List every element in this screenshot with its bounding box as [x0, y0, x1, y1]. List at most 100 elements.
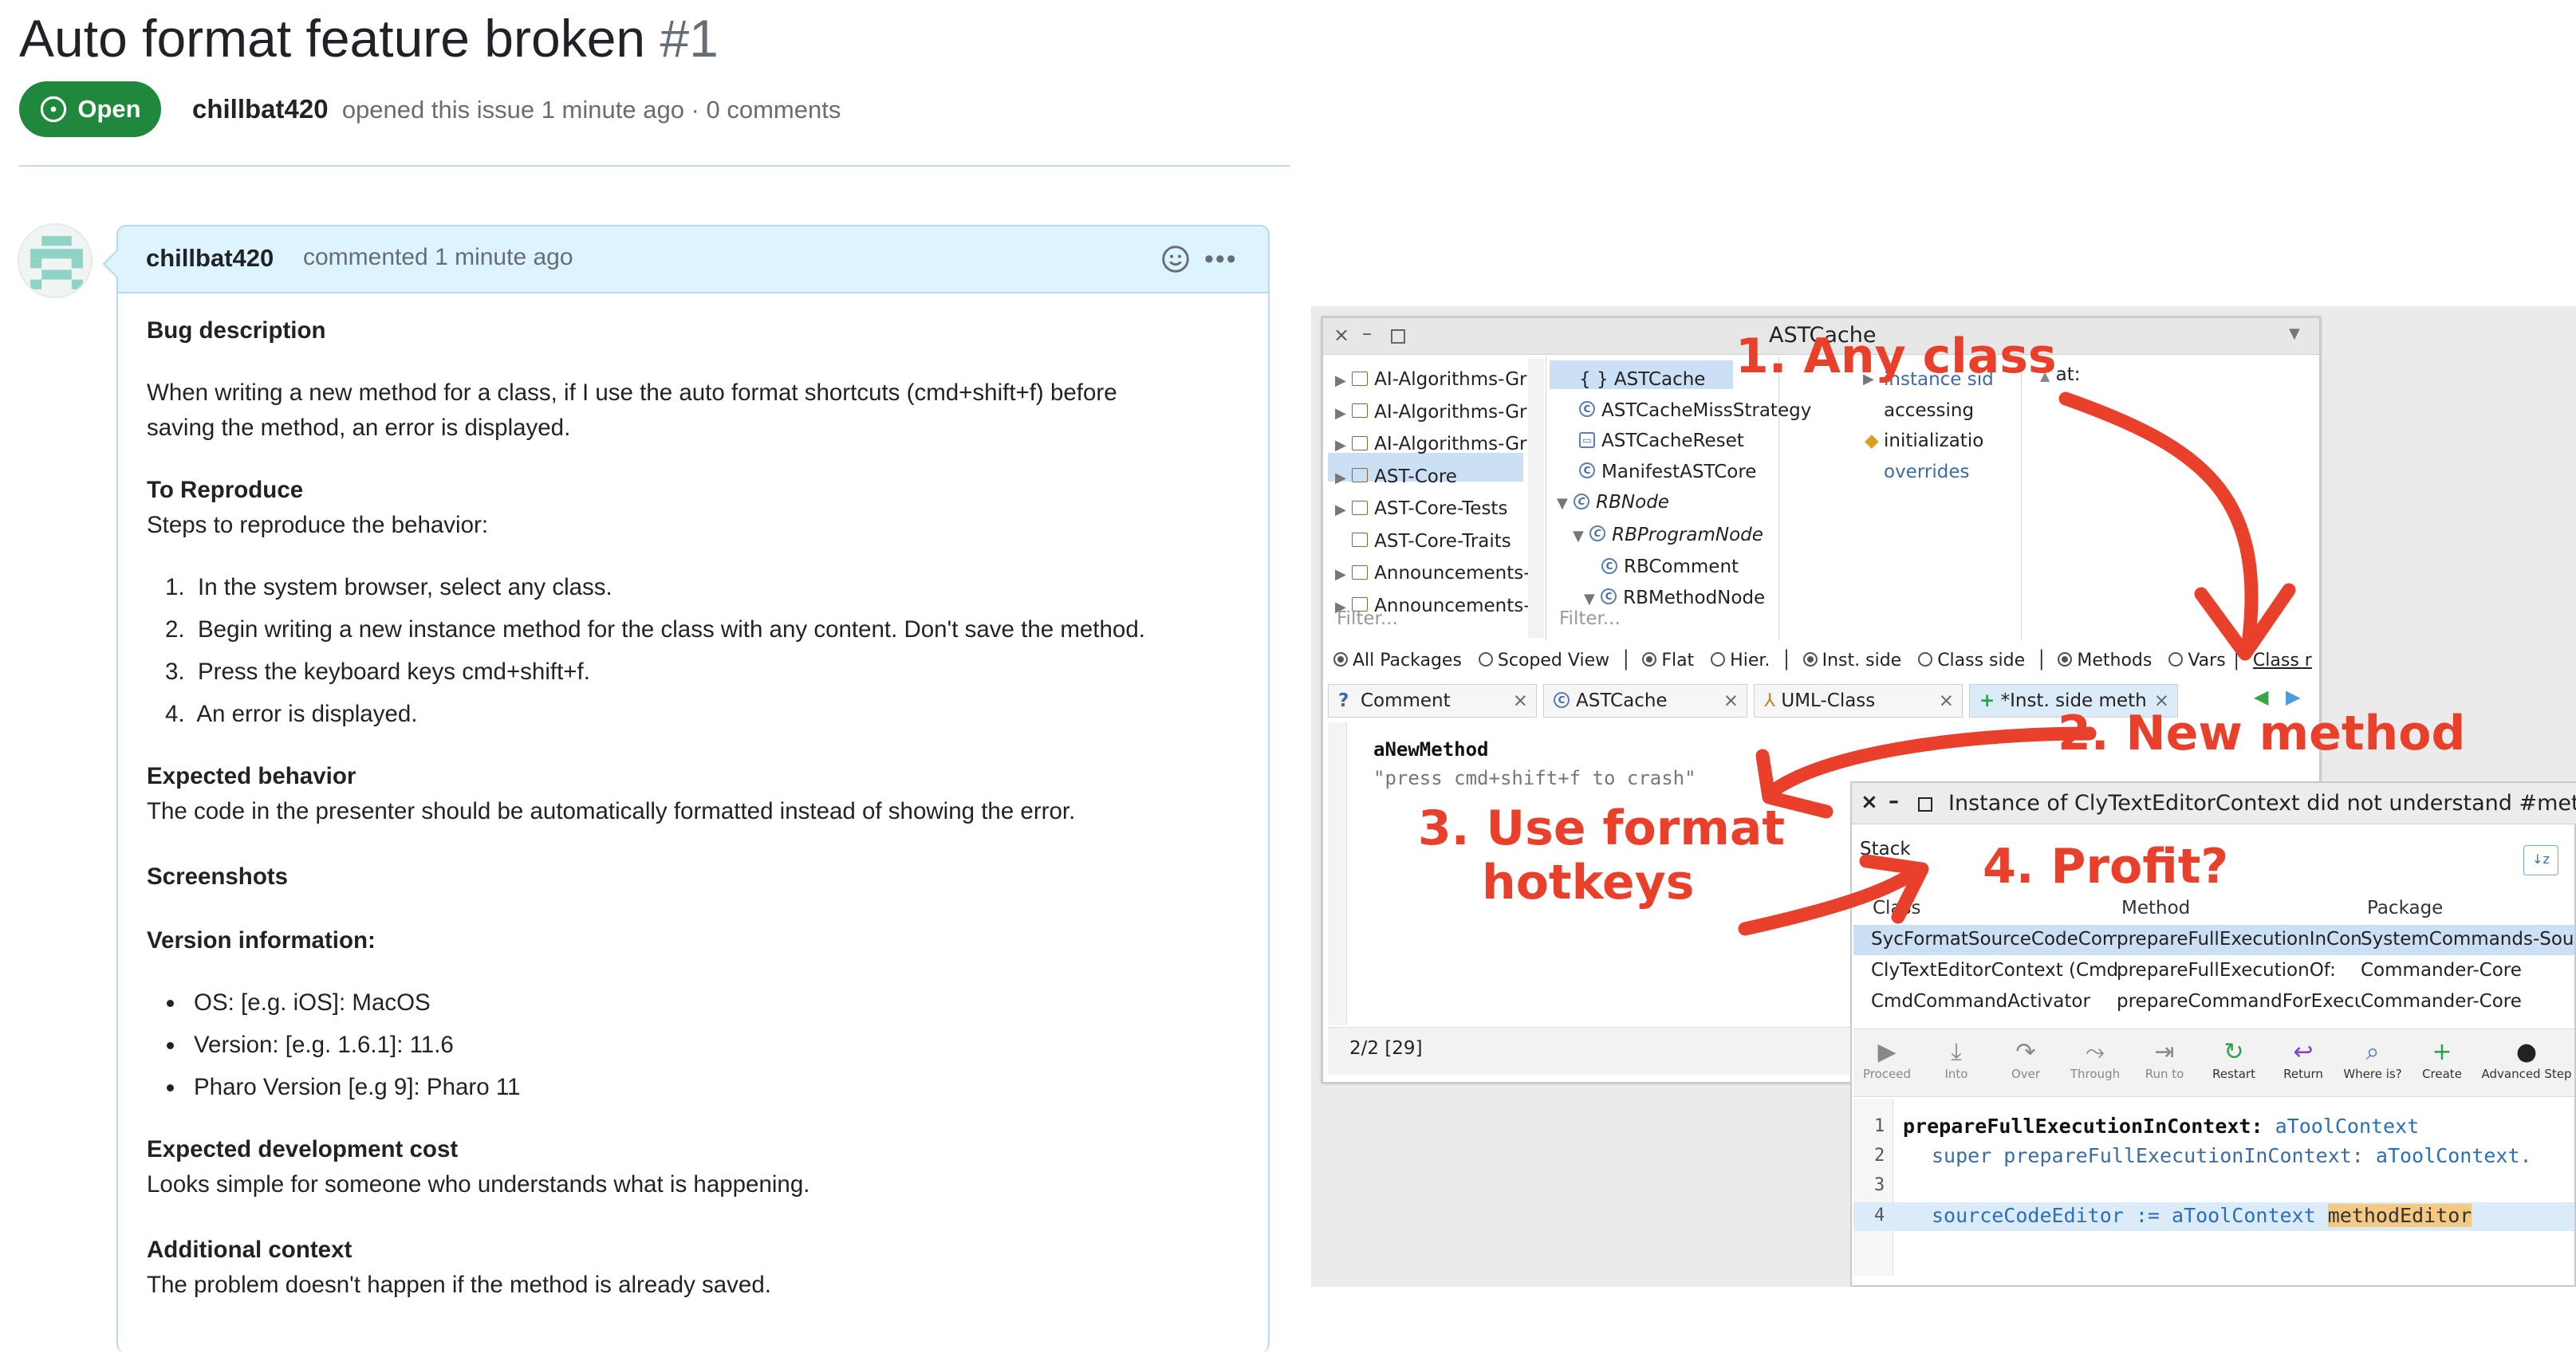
issue-opened-text: opened this issue 1 minute ago · 0 comme…: [341, 96, 841, 124]
toggle-flat[interactable]: Flat: [1642, 651, 1694, 671]
toggle-hier[interactable]: Hier.: [1711, 651, 1770, 671]
annotation-profit: 4. Profit?: [1983, 839, 2229, 895]
toggle-vars[interactable]: Vars: [2168, 651, 2226, 671]
annotation-use-format: 3. Use format: [1418, 800, 1786, 856]
smiley-icon[interactable]: [1161, 245, 1190, 273]
table-row[interactable]: ClyTextEditorContext (CmdTe prepareFullEx…: [1871, 960, 2573, 987]
tab-astcache[interactable]: C ASTCache ×: [1543, 684, 1747, 718]
bug-description-line1: When writing a new method for a class, i…: [147, 380, 1117, 406]
list-item[interactable]: C RBComment: [1557, 552, 1811, 583]
class-filter-input[interactable]: Filter...: [1559, 608, 1621, 629]
sort-icon[interactable]: ↓z: [2523, 845, 2558, 875]
package-list: ▶ AI-Algorithms-Gr ▶ AI-Algorithms-Gr ▶ …: [1335, 364, 1530, 623]
bomb-icon: ●: [2515, 1038, 2538, 1066]
run-to-button[interactable]: ⇥ Run to: [2132, 1038, 2197, 1081]
minimize-icon[interactable]: –: [1889, 789, 1899, 813]
list-item[interactable]: ▭ ASTCacheReset: [1557, 426, 1811, 457]
through-button[interactable]: ⤳ Through: [2062, 1038, 2128, 1081]
toggle-scoped-view[interactable]: Scoped View: [1478, 651, 1609, 671]
list-item[interactable]: C ASTCacheMissStrategy: [1557, 395, 1811, 427]
editor-method-name[interactable]: aNewMethod: [1373, 738, 1489, 761]
list-item[interactable]: ▶ Announcements-: [1335, 558, 1530, 591]
list-item[interactable]: ▼ C RBNode: [1557, 487, 1811, 520]
list-item: OS: [e.g. iOS]: MacOS: [165, 989, 431, 1017]
column-header-class[interactable]: Class: [1873, 898, 1921, 918]
avatar[interactable]: [18, 223, 93, 298]
list-item[interactable]: ▶ AST-Core-Traits: [1335, 526, 1530, 559]
list-item[interactable]: C ManifestASTCore: [1557, 457, 1811, 488]
table-row[interactable]: CmdCommandActivator prepareCommandForExec…: [1871, 991, 2573, 1018]
class-list: { } ASTCache C ASTCacheMissStrategy ▭ ASTC…: [1557, 364, 1811, 615]
list-item[interactable]: overrides: [1884, 457, 1994, 488]
tab-uml-class[interactable]: ⅄ UML-Class ×: [1754, 684, 1963, 718]
proceed-button[interactable]: ▶ Proceed: [1854, 1038, 1920, 1081]
tab-comment[interactable]: ? Comment ×: [1328, 684, 1537, 718]
package-filter-input[interactable]: Filter...: [1337, 608, 1398, 629]
issue-author-link[interactable]: chillbat420: [192, 94, 329, 124]
list-item[interactable]: ◆ initializatio: [1865, 426, 1994, 457]
play-icon: ▶: [1877, 1038, 1897, 1066]
comment-author-link[interactable]: chillbat420: [146, 244, 274, 273]
comment-timestamp[interactable]: commented 1 minute ago: [303, 244, 573, 271]
list-item[interactable]: ▼ C RBProgramNode: [1557, 520, 1811, 553]
forward-arrow-icon[interactable]: ▶: [2286, 686, 2300, 708]
issue-meta: chillbat420 opened this issue 1 minute a…: [192, 94, 841, 124]
line-number: 3: [1874, 1175, 1885, 1195]
issue-open-icon: [41, 96, 67, 123]
into-button[interactable]: ⤓ Into: [1924, 1038, 1989, 1081]
toggle-all-packages[interactable]: All Packages: [1333, 651, 1462, 671]
heading-dev-cost: Expected development cost: [147, 1136, 459, 1162]
toggle-methods[interactable]: Methods: [2058, 651, 2152, 671]
restart-button[interactable]: ↻ Restart: [2201, 1038, 2267, 1081]
divider: [19, 165, 1290, 167]
editor-comment[interactable]: "press cmd+shift+f to crash": [1373, 767, 1696, 789]
run-to-icon: ⇥: [2154, 1038, 2175, 1066]
list-item[interactable]: ▶ AST-Core: [1335, 462, 1530, 494]
list-item[interactable]: ▶ AI-Algorithms-Gr: [1335, 397, 1530, 430]
restart-icon: ↻: [2223, 1038, 2244, 1066]
step-over-icon: ↷: [2015, 1038, 2036, 1066]
column-header-package[interactable]: Package: [2367, 898, 2443, 918]
editor-gutter: [1328, 722, 1347, 1025]
heading-screenshots: Screenshots: [147, 863, 289, 890]
expected-behavior-text: The code in the presenter should be auto…: [147, 798, 1076, 824]
code-line[interactable]: sourceCodeEditor := aToolContext methodE…: [1932, 1204, 2472, 1227]
toggle-class-refs[interactable]: Class r: [2253, 651, 2312, 671]
list-item: Version: [e.g. 1.6.1]: 11.6: [165, 1032, 454, 1059]
back-arrow-icon[interactable]: ◀: [2254, 686, 2268, 708]
create-button[interactable]: + Create: [2409, 1038, 2475, 1081]
repro-intro: Steps to reproduce the behavior:: [147, 512, 489, 538]
identicon-icon: [19, 225, 91, 297]
over-button[interactable]: ↷ Over: [1993, 1038, 2058, 1081]
code-line[interactable]: prepareFullExecutionInContext: aToolCont…: [1903, 1115, 2419, 1138]
advanced-step-button[interactable]: ● Advanced Step: [2479, 1038, 2574, 1081]
more-options-icon[interactable]: •••: [1204, 246, 1238, 273]
maximize-icon[interactable]: [1918, 797, 1932, 812]
close-icon[interactable]: ×: [1333, 324, 1349, 346]
code-line[interactable]: super prepareFullExecutionInContext: aTo…: [1932, 1144, 2532, 1167]
list-item[interactable]: ▶ AST-Core-Tests: [1335, 494, 1530, 526]
minimize-icon[interactable]: –: [1362, 322, 1372, 344]
window-menu-icon[interactable]: ▼: [2289, 325, 2300, 342]
status-label: Open: [77, 95, 141, 123]
list-item[interactable]: ▶ AI-Algorithms-Gr: [1335, 364, 1530, 397]
list-item[interactable]: accessing: [1884, 395, 1994, 427]
column-header-method[interactable]: Method: [2121, 898, 2190, 918]
annotation-any-class: 1. Any class: [1735, 328, 2057, 384]
where-is-button[interactable]: ⌕ Where is?: [2340, 1038, 2405, 1081]
bug-description-line2: saving the method, an error is displayed…: [147, 415, 571, 441]
table-row[interactable]: SycFormatSourceCodeComm prepareFullExecut…: [1871, 929, 2573, 956]
annotation-new-method: 2. New method: [2058, 706, 2466, 761]
toggle-inst-side[interactable]: Inst. side: [1802, 651, 1901, 671]
step-through-icon: ⤳: [2086, 1038, 2105, 1066]
heading-expected-behavior: Expected behavior: [147, 763, 356, 789]
close-icon[interactable]: ×: [1861, 790, 1878, 814]
dev-cost-text: Looks simple for someone who understands…: [147, 1171, 810, 1198]
maximize-icon[interactable]: [1391, 329, 1405, 344]
toggle-class-side[interactable]: Class side: [1918, 651, 2025, 671]
list-item: Pharo Version [e.g 9]: Pharo 11: [165, 1074, 520, 1101]
scrollbar[interactable]: [1528, 359, 1544, 638]
list-item[interactable]: ▶ AI-Algorithms-Gr: [1335, 429, 1530, 462]
return-button[interactable]: ↩ Return: [2271, 1038, 2336, 1081]
list-item[interactable]: at:: [2056, 364, 2081, 385]
